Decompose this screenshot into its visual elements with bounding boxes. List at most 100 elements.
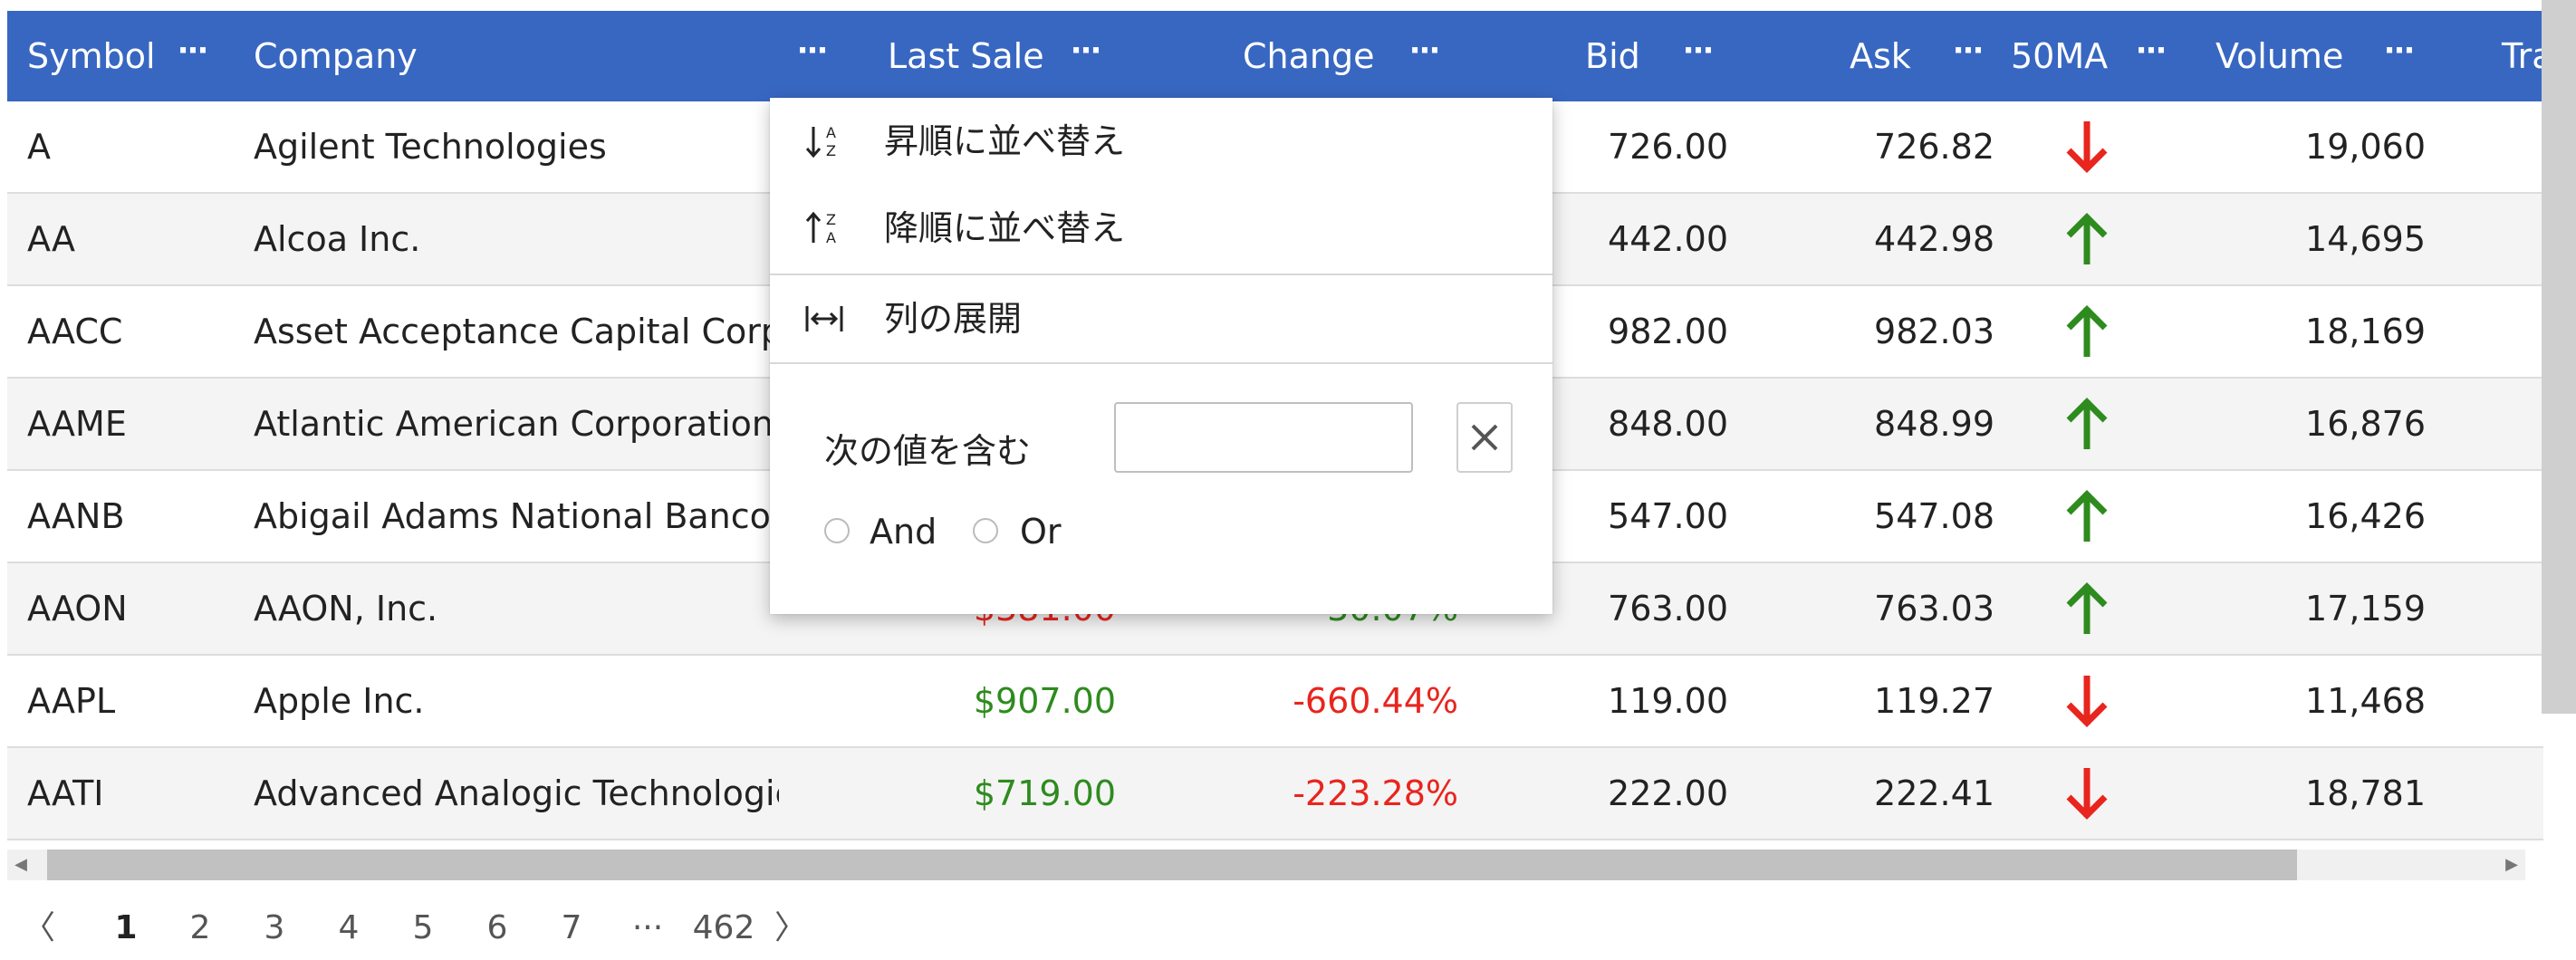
cell-ask: 547.08 bbox=[1874, 496, 1994, 536]
header-50ma[interactable]: 50MA bbox=[2011, 11, 2108, 101]
cell-company: Alcoa Inc. bbox=[254, 219, 421, 259]
cell-company: Apple Inc. bbox=[254, 681, 425, 721]
header-ask-menu-button[interactable]: ··· bbox=[1949, 11, 1985, 101]
pager-prev-icon[interactable]: 〈 bbox=[7, 897, 71, 960]
cell-volume: 18,781 bbox=[2305, 773, 2426, 813]
header-volume[interactable]: Volume bbox=[2216, 11, 2343, 101]
menu-sort-descending-label: 降順に並べ替え bbox=[884, 208, 1126, 248]
filter-input[interactable] bbox=[1114, 402, 1413, 473]
cell-company: AAON, Inc. bbox=[254, 589, 438, 629]
vertical-scrollbar[interactable] bbox=[2542, 0, 2576, 714]
table-row[interactable]: AATI Advanced Analogic Technologies, Inc.… bbox=[7, 748, 2543, 840]
menu-sort-descending[interactable]: Z A 降順に並べ替え bbox=[770, 185, 1552, 272]
arrow-down-icon bbox=[2066, 676, 2108, 727]
cell-bid: 726.00 bbox=[1608, 127, 1728, 167]
pager-ellipsis[interactable]: ··· bbox=[616, 897, 679, 960]
menu-sort-ascending-label: 昇順に並べ替え bbox=[884, 121, 1126, 161]
cell-company: Asset Acceptance Capital Corp. bbox=[254, 312, 779, 351]
header-last-sale[interactable]: Last Sale bbox=[888, 11, 1044, 101]
header-bid-menu-button[interactable]: ··· bbox=[1679, 11, 1716, 101]
cell-bid: 119.00 bbox=[1608, 681, 1728, 721]
pager-page[interactable]: 3 bbox=[243, 897, 306, 960]
table-row[interactable]: AAPL Apple Inc. $907.00 -660.44% 119.00 119.2… bbox=[7, 656, 2543, 748]
cell-volume: 19,060 bbox=[2305, 127, 2426, 167]
cell-bid: 982.00 bbox=[1608, 312, 1728, 351]
cell-symbol: AATI bbox=[27, 773, 104, 813]
pager-page[interactable]: 2 bbox=[168, 897, 232, 960]
header-bid[interactable]: Bid bbox=[1585, 11, 1640, 101]
pager-page[interactable]: 462 bbox=[692, 897, 755, 960]
arrow-down-icon bbox=[2066, 768, 2108, 820]
pager-page[interactable]: 6 bbox=[466, 897, 529, 960]
filter-and-label[interactable]: And bbox=[870, 507, 937, 556]
cell-company: Atlantic American Corporation bbox=[254, 404, 774, 444]
horizontal-scrollbar-thumb[interactable] bbox=[47, 850, 2297, 880]
pager-page[interactable]: 1 bbox=[94, 897, 158, 960]
scroll-left-icon[interactable]: ◀ bbox=[7, 850, 34, 880]
arrow-up-icon bbox=[2066, 490, 2108, 542]
pager-page[interactable]: 7 bbox=[540, 897, 603, 960]
arrow-up-icon bbox=[2066, 398, 2108, 449]
filter-clear-button[interactable] bbox=[1456, 402, 1513, 473]
sort-descending-icon: Z A bbox=[805, 211, 836, 246]
cell-volume: 11,468 bbox=[2305, 681, 2426, 721]
cell-symbol: AAPL bbox=[27, 681, 116, 721]
filter-and-radio[interactable] bbox=[824, 518, 850, 543]
svg-text:A: A bbox=[826, 124, 836, 141]
header-volume-menu-button[interactable]: ··· bbox=[2380, 11, 2417, 101]
pager-next-icon[interactable]: 〉 bbox=[759, 897, 822, 960]
menu-autosize-column-label: 列の展開 bbox=[884, 299, 1023, 339]
cell-company: Agilent Technologies bbox=[254, 127, 607, 167]
header-change-menu-button[interactable]: ··· bbox=[1406, 11, 1442, 101]
header-symbol[interactable]: Symbol bbox=[27, 11, 156, 101]
arrow-up-icon bbox=[2066, 213, 2108, 264]
cell-symbol: AAON bbox=[27, 589, 128, 629]
filter-or-radio[interactable] bbox=[973, 518, 998, 543]
pager-page[interactable]: 5 bbox=[391, 897, 455, 960]
svg-text:A: A bbox=[826, 229, 836, 246]
cell-bid: 848.00 bbox=[1608, 404, 1728, 444]
cell-symbol: AANB bbox=[27, 496, 125, 536]
header-ask[interactable]: Ask bbox=[1850, 11, 1911, 101]
cell-ask: 119.27 bbox=[1874, 681, 1994, 721]
cell-ask: 442.98 bbox=[1874, 219, 1994, 259]
menu-divider bbox=[770, 362, 1552, 364]
cell-volume: 18,169 bbox=[2305, 312, 2426, 351]
header-change[interactable]: Change bbox=[1243, 11, 1375, 101]
arrow-up-icon bbox=[2066, 582, 2108, 634]
arrow-down-icon bbox=[2066, 121, 2108, 173]
cell-symbol: AA bbox=[27, 219, 76, 259]
header-50ma-menu-button[interactable]: ··· bbox=[2132, 11, 2168, 101]
svg-text:Z: Z bbox=[826, 211, 836, 228]
cell-bid: 442.00 bbox=[1608, 219, 1728, 259]
header-symbol-menu-button[interactable]: ··· bbox=[174, 11, 210, 101]
cell-bid: 547.00 bbox=[1608, 496, 1728, 536]
cell-change: -223.28% bbox=[1293, 773, 1458, 813]
header-company[interactable]: Company bbox=[254, 11, 418, 101]
pager-page[interactable]: 4 bbox=[317, 897, 380, 960]
cell-ask: 982.03 bbox=[1874, 312, 1994, 351]
scroll-right-icon[interactable]: ▶ bbox=[2498, 850, 2525, 880]
close-icon bbox=[1471, 424, 1498, 451]
cell-symbol: A bbox=[27, 127, 51, 167]
filter-condition-label: 次の値を含む bbox=[824, 431, 1032, 471]
header-last-sale-menu-button[interactable]: ··· bbox=[1067, 11, 1103, 101]
menu-sort-ascending[interactable]: A Z 昇順に並べ替え bbox=[770, 98, 1552, 185]
autosize-column-icon bbox=[805, 306, 843, 331]
pagination: 〈 1 2 3 4 5 6 7 ··· 462 〉 bbox=[7, 897, 913, 960]
horizontal-scrollbar[interactable]: ◀ ▶ bbox=[7, 850, 2525, 880]
header-trade[interactable]: Tra bbox=[2502, 11, 2543, 101]
cell-ask: 848.99 bbox=[1874, 404, 1994, 444]
cell-change: -660.44% bbox=[1293, 681, 1458, 721]
menu-autosize-column[interactable]: 列の展開 bbox=[770, 275, 1552, 362]
svg-text:Z: Z bbox=[826, 142, 836, 159]
cell-last-sale: $719.00 bbox=[973, 773, 1116, 813]
filter-or-label[interactable]: Or bbox=[1020, 507, 1062, 556]
cell-volume: 17,159 bbox=[2305, 589, 2426, 629]
cell-volume: 16,876 bbox=[2305, 404, 2426, 444]
cell-ask: 763.03 bbox=[1874, 589, 1994, 629]
header-company-menu-button[interactable]: ··· bbox=[793, 11, 830, 101]
cell-bid: 222.00 bbox=[1608, 773, 1728, 813]
cell-symbol: AAME bbox=[27, 404, 127, 444]
sort-ascending-icon: A Z bbox=[805, 124, 836, 159]
